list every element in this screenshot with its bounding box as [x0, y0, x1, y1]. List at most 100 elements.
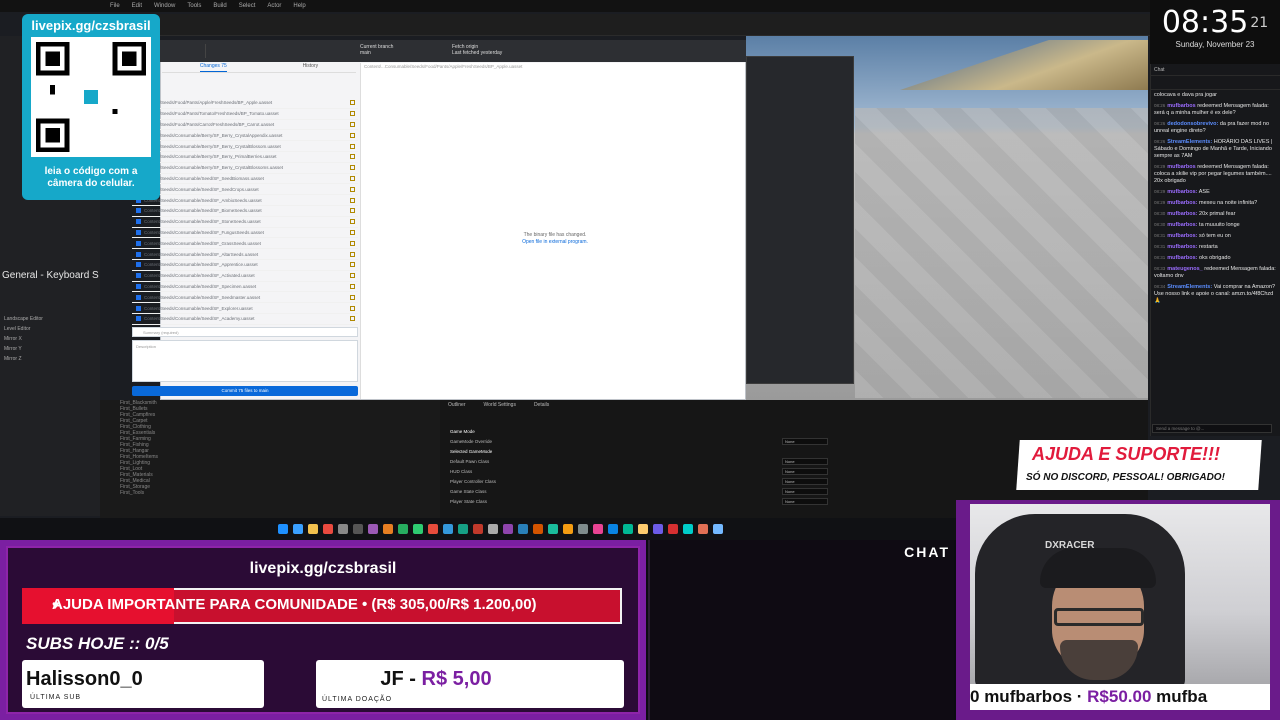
changed-file-row[interactable]: Content/Seeds/Food/Pants/Tomato/FreshSee…	[132, 109, 358, 120]
details-row-dropdown[interactable]: None	[782, 457, 828, 465]
taskbar-app-icon[interactable]	[442, 524, 453, 534]
details-row-dropdown[interactable]: None	[782, 477, 828, 485]
file-checkbox[interactable]	[136, 240, 141, 246]
changed-file-row[interactable]: Content/Seeds/Consumable/Seed/SF_Explore…	[132, 303, 358, 314]
file-checkbox[interactable]	[136, 283, 141, 289]
chat-username[interactable]: mufbarbos:	[1167, 233, 1197, 239]
commit-button[interactable]: Commit 75 files to main	[132, 386, 358, 396]
changed-file-row[interactable]: Content/Seeds/Consumable/Seed/SF_Academy…	[132, 314, 358, 325]
taskbar-app-icon[interactable]	[427, 524, 438, 534]
menu-help[interactable]: Help	[293, 3, 305, 9]
chat-username[interactable]: mufbarbos:	[1167, 211, 1197, 217]
menu-file[interactable]: File	[110, 3, 120, 9]
open-external-link[interactable]: Open file in external program.	[500, 239, 610, 246]
file-checkbox[interactable]	[136, 208, 141, 214]
changed-file-row[interactable]: Content/Seeds/Consumable/Seed/SF_Seedmas…	[132, 292, 358, 304]
taskbar-app-icon[interactable]	[682, 524, 693, 534]
changed-file-row[interactable]: Content/Seeds/Consumable/Seed/SF_BiomeSe…	[132, 206, 358, 217]
changed-file-row[interactable]: Content/Seeds/Consumable/Seed/SF_AmbioSe…	[132, 195, 358, 206]
file-checkbox[interactable]	[136, 229, 141, 235]
changed-file-row[interactable]: Content/Seeds/Consumable/Seed/SF_GrassSe…	[132, 238, 358, 250]
taskbar-app-icon[interactable]	[562, 524, 573, 534]
taskbar-app-icon[interactable]	[592, 524, 603, 534]
changed-file-row[interactable]: Content/Seeds/Consumable/Seed/SF_FungusS…	[132, 228, 358, 239]
chat-username[interactable]: mateugenos_	[1167, 266, 1202, 272]
file-checkbox[interactable]	[136, 316, 141, 322]
details-row-dropdown[interactable]: None	[782, 487, 828, 495]
chat-input[interactable]: Send a message to @...	[1152, 424, 1272, 433]
tab-changes[interactable]: Changes 75	[199, 63, 227, 72]
changed-file-row[interactable]: Content/Seeds/Consumable/Berry/SF_Berry_…	[132, 152, 358, 163]
pref-level-editor[interactable]: Level Editor	[0, 324, 100, 334]
commit-description-input[interactable]: Description	[132, 340, 358, 382]
chat-username[interactable]: StreamElements:	[1167, 139, 1212, 145]
taskbar-app-icon[interactable]	[292, 524, 303, 534]
menu-select[interactable]: Select	[239, 3, 256, 9]
changed-file-row[interactable]: Content/Seeds/Consumable/Berry/SF_Berry_…	[132, 163, 358, 174]
changed-file-row[interactable]: Content/Seeds/Consumable/Berry/SF_Berry_…	[132, 141, 358, 152]
taskbar-app-icon[interactable]	[652, 524, 663, 534]
taskbar-app-icon[interactable]	[667, 524, 678, 534]
file-checkbox[interactable]	[136, 305, 141, 311]
taskbar-app-icon[interactable]	[307, 524, 318, 534]
changed-file-row[interactable]: Content/Seeds/Consumable/Seed/SF_Specime…	[132, 282, 358, 293]
taskbar-app-icon[interactable]	[322, 524, 333, 534]
pref-mirror-z[interactable]: Mirror Z	[0, 354, 100, 364]
menu-actor[interactable]: Actor	[267, 3, 281, 9]
pref-mirror-x[interactable]: Mirror X	[0, 334, 100, 344]
taskbar-app-icon[interactable]	[397, 524, 408, 534]
chat-username[interactable]: dedodonsobrevivo:	[1167, 121, 1218, 127]
chat-username[interactable]: mufbarbos	[1167, 103, 1195, 109]
chat-username[interactable]: mufbarbos:	[1167, 222, 1197, 228]
taskbar-app-icon[interactable]	[472, 524, 483, 534]
taskbar-app-icon[interactable]	[337, 524, 348, 534]
chat-username[interactable]: mufbarbos:	[1167, 255, 1197, 261]
taskbar-app-icon[interactable]	[622, 524, 633, 534]
menu-tools[interactable]: Tools	[187, 3, 201, 9]
taskbar-app-icon[interactable]	[277, 524, 288, 534]
taskbar-app-icon[interactable]	[517, 524, 528, 534]
branch-selector[interactable]: Current branch main	[360, 44, 440, 56]
tab-details[interactable]: Details	[534, 402, 549, 412]
changed-file-row[interactable]: Content/Seeds/Consumable/Seed/SF_Apprent…	[132, 260, 358, 271]
changed-file-row[interactable]: Content/Seeds/Consumable/Seed/SF_Activat…	[132, 271, 358, 282]
content-folder[interactable]: First_Tools	[120, 490, 230, 496]
details-row-dropdown[interactable]: None	[782, 497, 828, 505]
taskbar-app-icon[interactable]	[382, 524, 393, 534]
taskbar-app-icon[interactable]	[637, 524, 648, 534]
taskbar-app-icon[interactable]	[547, 524, 558, 534]
file-checkbox[interactable]	[136, 251, 141, 257]
taskbar-app-icon[interactable]	[712, 524, 723, 534]
changed-file-row[interactable]: Content/Seeds/Consumable/Berry/SF_Berry_…	[132, 130, 358, 142]
taskbar-app-icon[interactable]	[502, 524, 513, 534]
file-checkbox[interactable]	[136, 219, 141, 225]
chat-username[interactable]: StreamElements:	[1167, 284, 1212, 290]
tab-history[interactable]: History	[303, 63, 319, 72]
chat-username[interactable]: mufbarbos:	[1167, 200, 1197, 206]
tab-outliner[interactable]: Outliner	[448, 402, 466, 412]
file-checkbox[interactable]	[136, 294, 141, 300]
details-row-dropdown[interactable]: None	[782, 437, 828, 445]
taskbar-app-icon[interactable]	[487, 524, 498, 534]
changed-file-row[interactable]: Content/Seeds/Consumable/Seed/SF_SeedBio…	[132, 174, 358, 185]
changed-file-row[interactable]: Content/Seeds/Consumable/Seed/SF_SeedCro…	[132, 184, 358, 196]
chat-username[interactable]: mufbarbos:	[1167, 244, 1197, 250]
tab-world-settings[interactable]: World Settings	[484, 402, 516, 412]
file-checkbox[interactable]	[136, 273, 141, 279]
changed-file-row[interactable]: Content/Seeds/Food/Pants/Apple/FreshSeed…	[132, 98, 358, 109]
taskbar-app-icon[interactable]	[412, 524, 423, 534]
taskbar-app-icon[interactable]	[607, 524, 618, 534]
menu-window[interactable]: Window	[154, 3, 175, 9]
commit-summary-input[interactable]: Summary (required)	[132, 327, 358, 337]
fetch-origin-button[interactable]: Fetch origin Last fetched yesterday	[452, 44, 532, 56]
taskbar-app-icon[interactable]	[352, 524, 363, 534]
file-checkbox[interactable]	[136, 262, 141, 268]
pref-mirror-y[interactable]: Mirror Y	[0, 344, 100, 354]
repo-selector[interactable]	[166, 44, 206, 58]
taskbar-app-icon[interactable]	[457, 524, 468, 534]
menu-edit[interactable]: Edit	[132, 3, 142, 9]
taskbar-app-icon[interactable]	[532, 524, 543, 534]
chat-username[interactable]: mufbarbos:	[1167, 189, 1197, 195]
changed-file-row[interactable]: Content/Seeds/Consumable/Seed/SF_AltarSe…	[132, 249, 358, 260]
taskbar-app-icon[interactable]	[697, 524, 708, 534]
